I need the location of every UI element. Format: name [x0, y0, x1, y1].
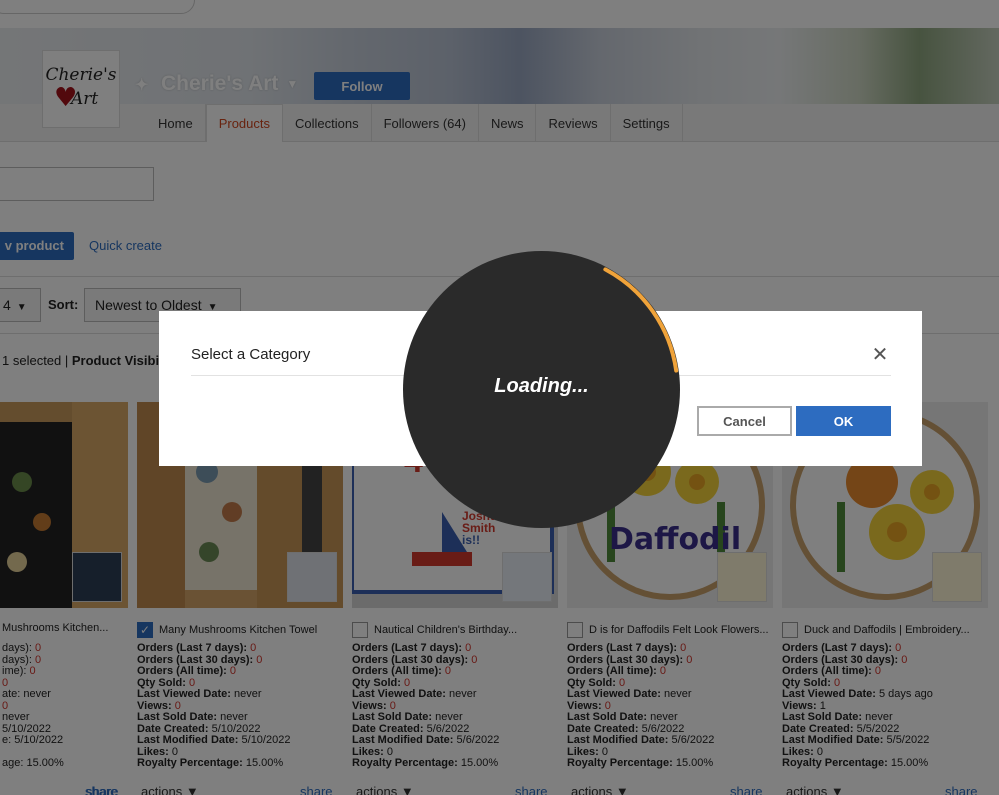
- cancel-button[interactable]: Cancel: [697, 406, 792, 436]
- dialog-title: Select a Category: [191, 346, 311, 363]
- ok-button[interactable]: OK: [796, 406, 891, 436]
- page: Cherie's ♥ Art ✦ Cherie's Art ▼ Follow H…: [0, 0, 999, 795]
- loading-text: Loading...: [494, 375, 589, 397]
- close-icon[interactable]: ✕: [871, 345, 889, 365]
- loading-spinner: Loading...: [403, 251, 680, 528]
